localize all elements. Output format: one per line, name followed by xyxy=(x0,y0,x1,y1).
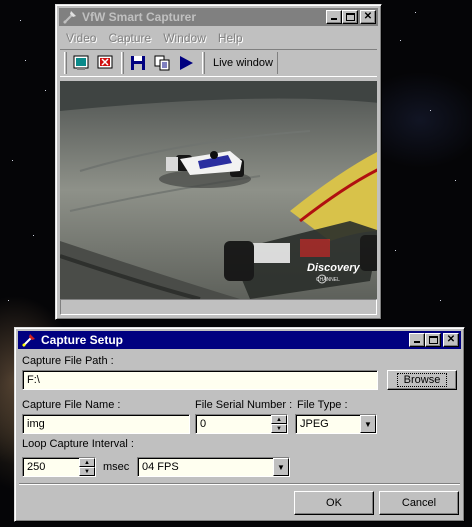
fps-select[interactable]: 04 FPS ▼ xyxy=(137,457,290,477)
browse-button[interactable]: Browse xyxy=(387,370,457,390)
race-car-frame: Discovery CHANNEL xyxy=(60,81,377,299)
toolbar-separator-2 xyxy=(202,52,205,74)
serial-number-value: 0 xyxy=(200,418,207,430)
maximize-button[interactable] xyxy=(342,10,358,24)
chevron-down-icon[interactable]: ▼ xyxy=(360,415,376,433)
interval-value: 250 xyxy=(27,461,46,473)
monitor-icon xyxy=(73,55,89,70)
toolbar-grip[interactable] xyxy=(64,52,67,74)
file-path-label: Capture File Path : xyxy=(22,355,114,367)
copy-icon xyxy=(154,55,170,71)
menu-help[interactable]: Help xyxy=(212,31,249,45)
spin-up-icon[interactable]: ▲ xyxy=(79,458,95,467)
channel-watermark: Discovery xyxy=(307,262,360,274)
toolbar: Live window xyxy=(60,49,377,77)
setup-close-button[interactable]: ✕ xyxy=(443,333,459,347)
play-button[interactable] xyxy=(175,52,197,74)
spin-up-icon[interactable]: ▲ xyxy=(271,415,287,424)
serial-number-stepper[interactable]: 0 ▲ ▼ xyxy=(195,414,288,434)
cancel-button[interactable]: Cancel xyxy=(379,491,459,515)
capturer-window: VfW Smart Capturer ✕ Video Capture Windo… xyxy=(55,4,382,320)
file-type-label: File Type : xyxy=(297,399,348,411)
status-bar xyxy=(60,299,377,315)
minimize-icon xyxy=(331,18,337,20)
interval-unit: msec xyxy=(103,461,130,473)
close-icon: ✕ xyxy=(363,11,373,22)
save-button[interactable] xyxy=(127,52,149,74)
live-window-button[interactable]: Live window xyxy=(209,52,278,74)
interval-stepper[interactable]: 250 ▲ ▼ xyxy=(22,457,96,477)
setup-title: Capture Setup xyxy=(41,333,124,347)
minimize-icon xyxy=(414,341,420,343)
ok-label: OK xyxy=(326,497,342,509)
serial-spin[interactable]: ▲ ▼ xyxy=(271,415,287,433)
file-name-field[interactable]: img xyxy=(22,414,190,434)
file-path-field[interactable]: F:\ xyxy=(22,370,378,390)
serial-number-label: File Serial Number : xyxy=(195,399,293,411)
maximize-icon xyxy=(429,336,438,344)
spin-down-icon[interactable]: ▼ xyxy=(79,467,95,476)
chevron-down-icon[interactable]: ▼ xyxy=(273,458,289,476)
copy-button[interactable] xyxy=(151,52,173,74)
setup-titlebar[interactable]: Capture Setup ✕ xyxy=(18,331,461,349)
minimize-button[interactable] xyxy=(326,10,342,24)
menu-capture[interactable]: Capture xyxy=(102,31,157,45)
stop-icon xyxy=(97,55,113,69)
app-icon xyxy=(62,9,78,25)
fps-value: 04 FPS xyxy=(142,461,179,473)
video-preview[interactable]: Discovery CHANNEL xyxy=(60,81,377,299)
stop-button[interactable] xyxy=(94,52,116,74)
save-icon xyxy=(131,56,145,70)
capturer-titlebar[interactable]: VfW Smart Capturer ✕ xyxy=(59,8,378,26)
menu-video[interactable]: Video xyxy=(60,31,102,45)
interval-label: Loop Capture Interval : xyxy=(22,438,134,450)
dialog-app-icon xyxy=(21,332,37,348)
file-type-value: JPEG xyxy=(300,418,329,430)
browse-label: Browse xyxy=(396,373,448,387)
menubar: Video Capture Window Help xyxy=(60,29,377,47)
close-icon: ✕ xyxy=(446,334,456,345)
spin-down-icon[interactable]: ▼ xyxy=(271,424,287,433)
toolbar-separator xyxy=(121,52,124,74)
ok-button[interactable]: OK xyxy=(294,491,374,515)
close-button[interactable]: ✕ xyxy=(360,10,376,24)
capture-setup-dialog: Capture Setup ✕ Capture File Path : F:\ … xyxy=(14,327,465,522)
capturer-title: VfW Smart Capturer xyxy=(82,10,197,24)
maximize-icon xyxy=(346,13,355,21)
file-type-select[interactable]: JPEG ▼ xyxy=(295,414,377,434)
play-icon xyxy=(180,56,193,70)
setup-minimize-button[interactable] xyxy=(409,333,425,347)
monitor-button[interactable] xyxy=(70,52,92,74)
cancel-label: Cancel xyxy=(401,497,437,509)
setup-maximize-button[interactable] xyxy=(425,333,441,347)
file-name-label: Capture File Name : xyxy=(22,399,121,411)
interval-spin[interactable]: ▲ ▼ xyxy=(79,458,95,476)
button-divider xyxy=(19,483,460,485)
menu-window[interactable]: Window xyxy=(157,31,212,45)
